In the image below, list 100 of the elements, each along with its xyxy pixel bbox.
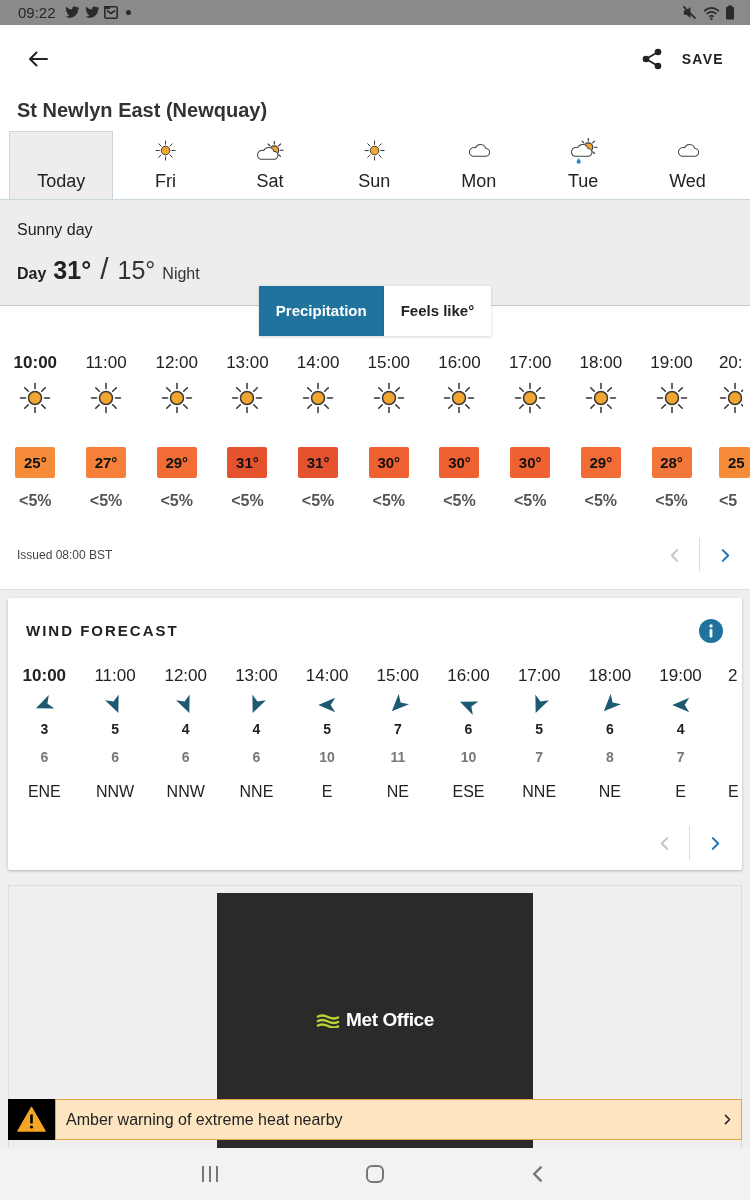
day-label: Day: [17, 264, 47, 284]
wind-speed: 3: [40, 720, 49, 738]
location-title: St Newlyn East (Newquay): [17, 98, 268, 122]
wind-gust: 11: [390, 748, 406, 766]
save-button[interactable]: SAVE: [681, 42, 724, 76]
share-button[interactable]: [641, 48, 662, 70]
wind-forecast-title: WIND FORECAST: [26, 621, 179, 641]
hour-time: 10:00: [13, 353, 58, 373]
battery-icon: [726, 5, 734, 20]
wind-speed: 5: [535, 720, 544, 738]
back-chevron-icon: [532, 1165, 543, 1183]
recents-icon: [201, 1165, 219, 1183]
chevron-left-icon: [659, 835, 669, 851]
view-toggle-tab[interactable]: Feels like°: [383, 286, 492, 336]
wind-time: 14:00: [305, 665, 349, 687]
wind-gust: 8: [605, 748, 614, 766]
wind-gust: 6: [252, 748, 261, 766]
issued-time: Issued 08:00 BST: [17, 547, 113, 564]
back-button[interactable]: [28, 51, 48, 67]
temperature-value: 31°: [227, 447, 268, 478]
hour-time: 18:00: [579, 353, 623, 373]
wind-gust: 7: [535, 748, 544, 766]
warning-icon: [8, 1099, 55, 1140]
logo-text: Met Office: [346, 1008, 434, 1033]
wind-speed: 5: [111, 720, 119, 738]
back-arrow-icon: [28, 51, 48, 67]
wind-direction: ENE: [27, 782, 61, 802]
sun-icon: [584, 382, 617, 414]
wind-direction: NE: [598, 782, 621, 802]
chevron-left-icon: [669, 547, 679, 563]
wind-time: 2: [727, 665, 738, 687]
hour-time: 13:00: [226, 353, 269, 373]
wind-direction: E: [675, 782, 686, 802]
wind-direction: ESE: [452, 782, 485, 802]
precipitation-chance: <5%: [231, 491, 264, 511]
mute-icon: [682, 5, 697, 20]
chevron-right-icon: [720, 547, 730, 563]
wind-speed: 6: [605, 720, 614, 738]
hour-time: 17:00: [508, 353, 552, 373]
mail-icon: [103, 6, 118, 19]
wind-time: 17:00: [517, 665, 561, 687]
share-icon: [641, 48, 662, 70]
back-nav-button[interactable]: [532, 1165, 543, 1183]
wind-direction: E: [727, 782, 739, 802]
precipitation-chance: <5%: [19, 491, 52, 511]
temperature-value: 31°: [298, 447, 339, 478]
precipitation-chance: <5%: [513, 491, 547, 511]
temperature-value: 30°: [368, 447, 409, 478]
wind-gust: 6: [111, 748, 119, 766]
sun-icon: [655, 382, 688, 414]
sun-icon: [302, 382, 335, 414]
wind-gust: 6: [181, 748, 190, 766]
wind-direction: NE: [386, 782, 409, 802]
hour-time: 20:: [718, 353, 743, 373]
chevron-right-icon: [724, 1114, 731, 1125]
wind-speed: 7: [393, 720, 402, 738]
precipitation-chance: <5%: [89, 491, 123, 511]
view-toggle-tab[interactable]: Precipitation: [258, 286, 384, 336]
hour-time: 19:00: [650, 353, 693, 373]
temperature-value: 29°: [156, 447, 197, 478]
home-button[interactable]: [366, 1165, 384, 1183]
sun-icon: [372, 382, 405, 414]
temperature-value: 30°: [439, 447, 480, 478]
temperature-value: 25: [718, 447, 750, 478]
hour-time: 15:00: [367, 353, 411, 373]
cloud-icon: [675, 144, 700, 158]
wind-time: 19:00: [659, 665, 702, 687]
temperature-value: 30°: [510, 447, 551, 478]
wind-direction: NNW: [95, 782, 135, 802]
info-button[interactable]: [699, 619, 723, 643]
wind-gust: 6: [40, 748, 49, 766]
recent-apps-button[interactable]: [201, 1165, 219, 1183]
wind-direction: NNE: [522, 782, 557, 802]
precipitation-chance: <5%: [301, 491, 335, 511]
temperature-value: 28°: [651, 447, 692, 478]
status-time: 09:22: [18, 3, 56, 23]
day-tab[interactable]: Today: [9, 131, 114, 199]
sun-cloud-rain-icon: [568, 138, 598, 164]
precipitation-chance: <5%: [372, 491, 405, 511]
waves-logo-icon: [316, 1013, 341, 1028]
warning-banner[interactable]: Amber warning of extreme heat nearby: [55, 1099, 742, 1140]
wind-direction: NNW: [166, 782, 205, 802]
sun-icon: [443, 382, 476, 414]
sun-icon: [514, 382, 547, 414]
wind-gust: 7: [676, 748, 685, 766]
temperature-value: 25°: [15, 447, 56, 478]
sun-icon: [160, 382, 193, 414]
sun-cloud-icon: [255, 141, 285, 161]
wind-speed: 4: [252, 720, 261, 738]
hour-time: 14:00: [296, 353, 340, 373]
wind-speed: 4: [181, 720, 190, 738]
wind-time: 15:00: [376, 665, 420, 687]
sun-icon: [155, 140, 177, 162]
wind-time: 18:00: [588, 665, 632, 687]
wind-time: 16:00: [447, 665, 490, 687]
sun-icon: [363, 140, 385, 162]
wind-time: 11:00: [94, 665, 136, 687]
wind-time: 12:00: [164, 665, 207, 687]
wind-gust: 10: [460, 748, 477, 766]
temperature-value: 29°: [580, 447, 621, 478]
